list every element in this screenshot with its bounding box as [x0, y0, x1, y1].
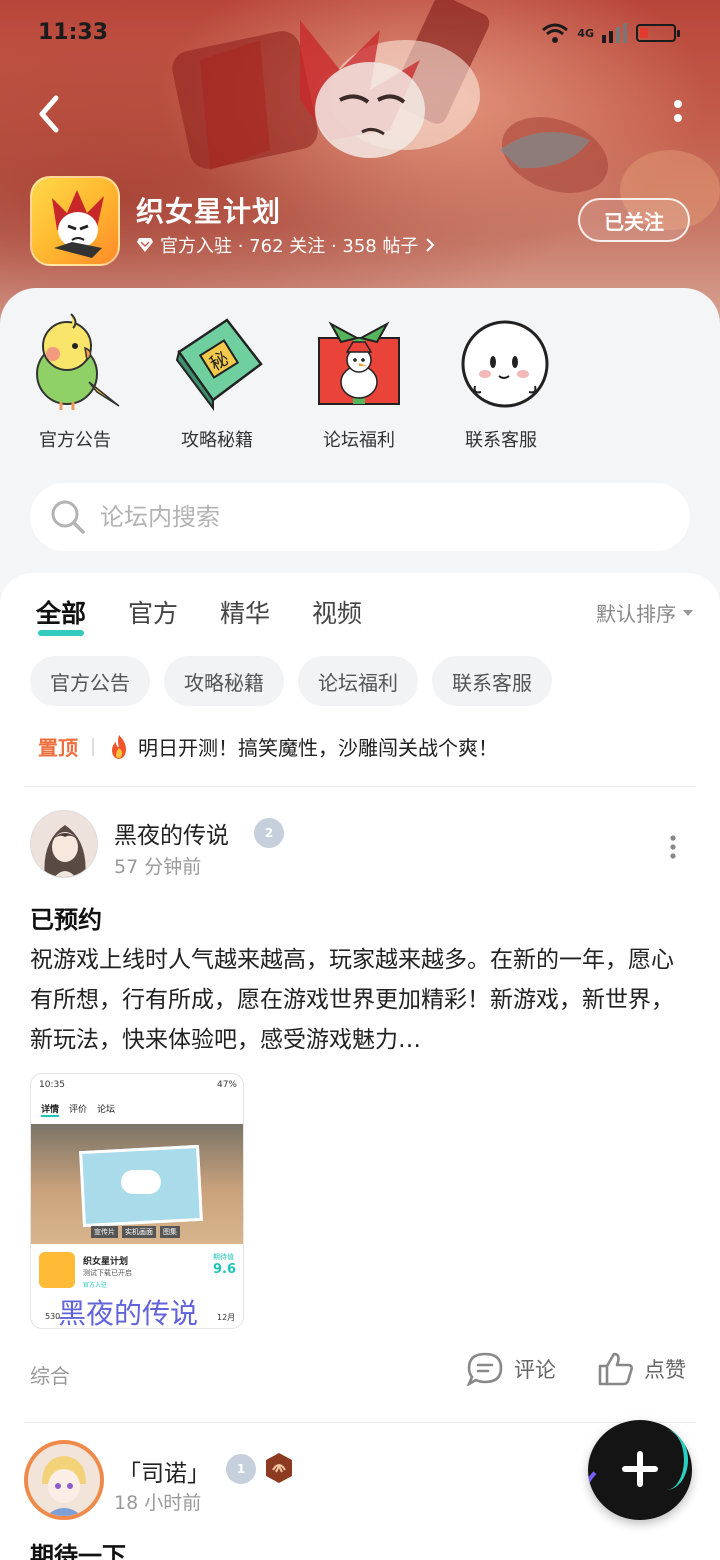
signal-icon [602, 23, 627, 43]
post-category[interactable]: 综合 [30, 1360, 70, 1389]
screenshot-status-bar: 10:35 47% [31, 1074, 243, 1096]
fire-icon [112, 734, 126, 759]
app-icon-character [52, 190, 104, 258]
screenshot-time: 10:35 [39, 1080, 65, 1090]
quick-link-label: 攻略秘籍 [181, 430, 253, 451]
sort-dropdown[interactable]: 默认排序 [596, 598, 694, 627]
chip-welfare[interactable]: 论坛福利 [298, 656, 418, 706]
chip-guides[interactable]: 攻略秘籍 [164, 656, 284, 706]
forum-meta[interactable]: 官方入驻 · 762 关注 · 358 帖子 [136, 232, 435, 258]
screenshot-tab: 详情 [41, 1102, 60, 1117]
avatar-portrait [42, 1456, 86, 1516]
tab-featured[interactable]: 精华 [220, 594, 270, 630]
screenshot-tab: 论坛 [97, 1105, 116, 1115]
divider [24, 1422, 696, 1423]
chevron-left-icon [39, 95, 59, 133]
post-title[interactable]: 期待一下 [30, 1536, 126, 1560]
quick-link-label: 联系客服 [465, 430, 537, 451]
screenshot-bottom-right: 12月 [217, 1313, 236, 1322]
user-level-badge: 2 [254, 818, 284, 848]
user-level-badge: 1 [226, 1454, 256, 1484]
screenshot-battery: 47% [216, 1080, 237, 1090]
post-author[interactable]: 「司诺」 [118, 1454, 210, 1488]
comment-label: 评论 [514, 1358, 556, 1382]
tab-official[interactable]: 官方 [128, 594, 178, 630]
category-chips: 官方公告 攻略秘籍 论坛福利 联系客服 [30, 656, 552, 706]
more-options-button[interactable] [666, 96, 690, 132]
screenshot-game-name: 织女星计划 [83, 1257, 129, 1267]
follow-button[interactable]: 已关注 [578, 198, 690, 242]
status-bar: 11:33 4G [0, 0, 720, 70]
quick-link-support[interactable]: 联系客服 [446, 312, 556, 452]
image-watermark: 黑夜的传说 [58, 1297, 199, 1330]
post-more-button[interactable] [662, 834, 684, 860]
forum-meta-text: 官方入驻 · 762 关注 · 358 帖子 [160, 236, 419, 257]
post-body[interactable]: 祝游戏上线时人气越来越高，玩家越来越多。在新的一年，愿心有所想，行有所成，愿在游… [30, 940, 694, 1060]
screenshot-media-tab: 实机画面 [122, 1226, 156, 1238]
network-type: 4G [577, 26, 594, 40]
sort-label: 默认排序 [596, 602, 676, 626]
screenshot-app-icon [39, 1252, 75, 1288]
quick-link-welfare[interactable]: 论坛福利 [304, 312, 414, 452]
comment-icon [466, 1352, 503, 1386]
secret-book-icon: 秘 [175, 318, 263, 411]
like-button[interactable]: 点赞 [598, 1352, 686, 1386]
medal-icon [266, 1453, 292, 1483]
avatar[interactable] [30, 810, 98, 878]
more-vertical-icon [674, 100, 682, 122]
post-author[interactable]: 黑夜的传说 [114, 816, 229, 850]
screenshot-tab: 评价 [69, 1105, 88, 1115]
screenshot-media-tab: 宣传片 [91, 1226, 118, 1238]
screenshot-score-label: 期待值 [213, 1253, 234, 1261]
caret-down-icon [683, 609, 693, 616]
forum-search-bar[interactable] [30, 483, 690, 551]
create-post-button[interactable] [588, 1420, 692, 1520]
back-button[interactable] [30, 92, 70, 136]
dumpling-face-icon [461, 320, 549, 408]
divider [24, 786, 696, 787]
pinned-tag: 置顶 [38, 736, 78, 760]
tab-all[interactable]: 全部 [36, 594, 86, 636]
search-icon [51, 500, 85, 534]
chevron-right-icon [425, 238, 434, 252]
feed-tabs: 全部 官方 精华 视频 [36, 594, 362, 636]
screenshot-media-tab: 图集 [160, 1226, 180, 1238]
battery-icon [636, 24, 680, 42]
tab-video[interactable]: 视频 [312, 594, 362, 630]
post-time: 18 小时前 [114, 1492, 202, 1514]
post-image[interactable]: 10:35 47% 详情 评价 论坛 宣传片 实机画面 图集 织女星计划 测试下… [30, 1073, 244, 1329]
quick-link-label: 官方公告 [39, 430, 111, 451]
quick-link-label: 论坛福利 [323, 430, 395, 451]
like-label: 点赞 [644, 1358, 686, 1382]
status-time: 11:33 [38, 20, 109, 45]
wifi-icon [542, 23, 569, 43]
screenshot-score: 9.6 [213, 1262, 237, 1277]
pinned-separator [92, 737, 94, 756]
diamond-icon [137, 238, 153, 252]
post-title[interactable]: 已预约 [30, 900, 102, 935]
avatar[interactable] [24, 1440, 104, 1520]
post-time: 57 分钟前 [114, 856, 202, 878]
chip-announcements[interactable]: 官方公告 [30, 656, 150, 706]
quick-link-guides[interactable]: 秘 攻略秘籍 [162, 312, 272, 452]
post-feed [0, 573, 720, 1560]
screenshot-game-sub: 测试下载已开启 [83, 1269, 132, 1277]
parrot-icon [36, 313, 120, 410]
pinned-title: 明日开测！搞笑魔性，沙雕闯关战个爽！ [138, 736, 498, 760]
comment-button[interactable]: 评论 [466, 1352, 556, 1386]
gift-box-icon [318, 321, 400, 405]
avatar-portrait [44, 825, 86, 877]
search-input[interactable] [100, 503, 640, 531]
thumbs-up-icon [598, 1352, 633, 1386]
app-icon [30, 176, 120, 266]
screenshot-media-tabs: 宣传片 实机画面 图集 [91, 1226, 180, 1238]
forum-title: 织女星计划 [136, 195, 282, 228]
screenshot-tabs: 详情 评价 论坛 [41, 1102, 115, 1117]
pinned-post[interactable]: 置顶 明日开测！搞笑魔性，沙雕闯关战个爽！ [38, 732, 498, 761]
screenshot-official: 官方入驻 [83, 1282, 108, 1289]
chip-support[interactable]: 联系客服 [432, 656, 552, 706]
quick-link-announcements[interactable]: 官方公告 [20, 312, 130, 452]
more-vertical-icon [670, 835, 676, 859]
